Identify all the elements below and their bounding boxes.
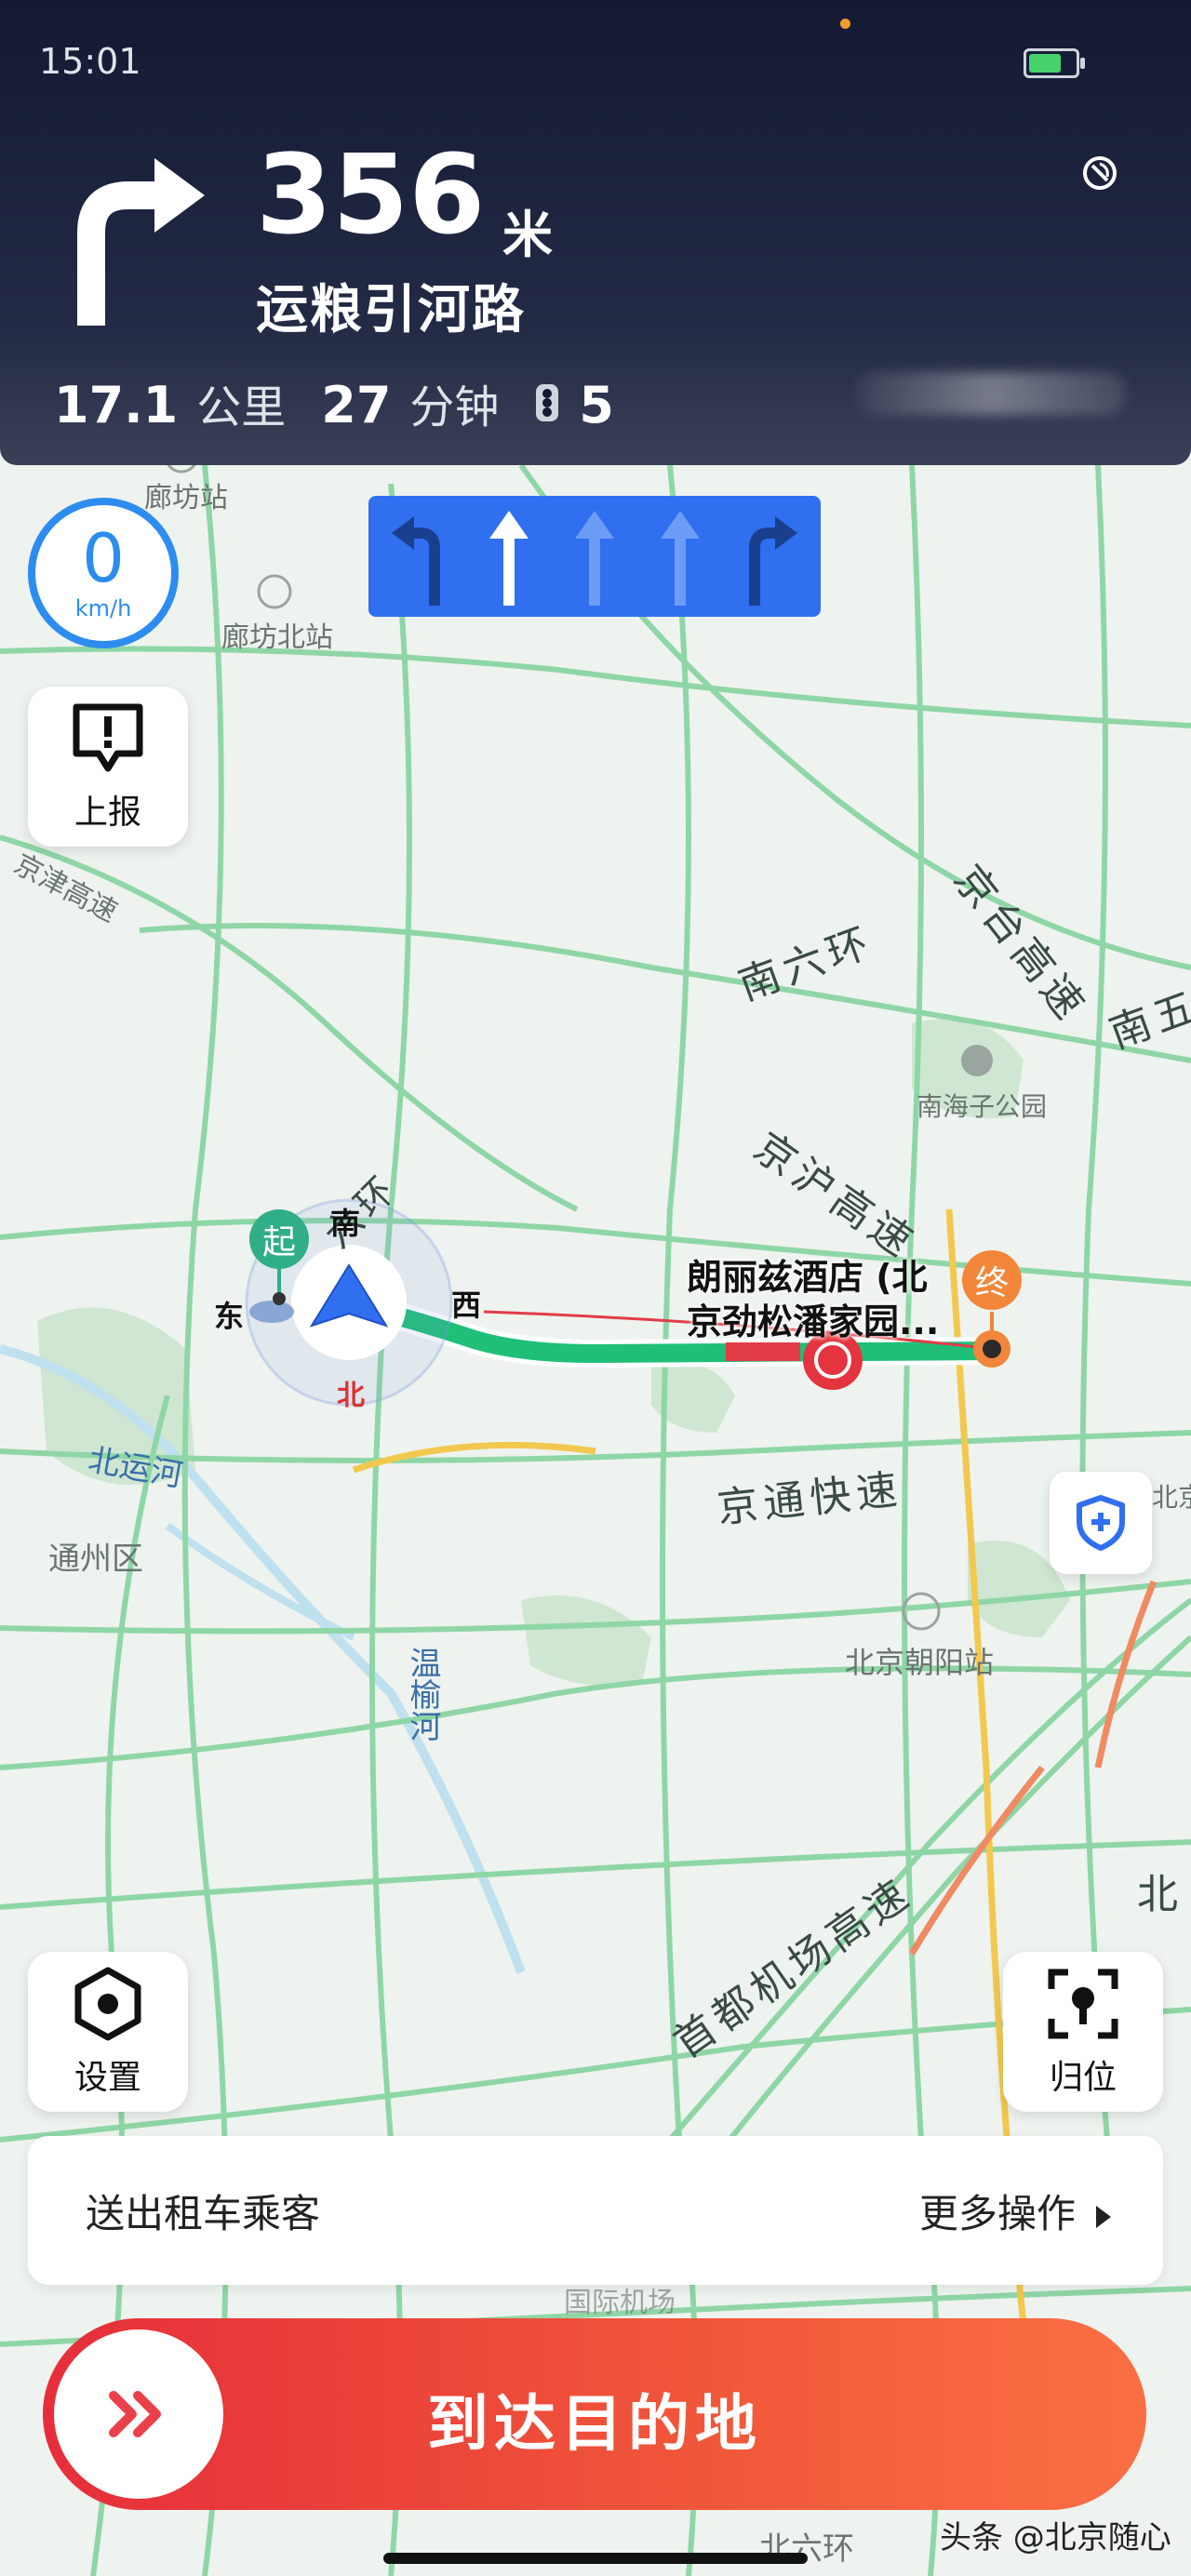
trip-summary: 17.1 公里 27 分钟 5 — [54, 370, 614, 435]
speedometer: 0 km/h — [28, 498, 179, 648]
right-turn-lane-icon — [748, 516, 797, 606]
map-label-beijing-right: 北京 — [1152, 1482, 1191, 1513]
map-label-bei: 北 — [1137, 1871, 1184, 1918]
start-pin[interactable]: 起 — [249, 1209, 309, 1269]
safety-shield-button[interactable] — [1050, 1472, 1152, 1574]
remaining-distance-value: 17.1 — [54, 376, 179, 434]
traffic-light-count: 5 — [579, 376, 614, 434]
report-button[interactable]: 上报 — [28, 687, 188, 847]
destination-line-1: 朗丽兹酒店 (北 — [687, 1257, 928, 1298]
remaining-time-unit: 分钟 — [409, 381, 500, 434]
map-label-international-airport: 国际机场 — [564, 2287, 676, 2319]
report-label: 上报 — [74, 794, 141, 832]
arrive-destination-label: 到达目的地 — [427, 2388, 762, 2460]
remaining-distance-unit: 公里 — [196, 381, 287, 434]
battery-icon — [1024, 48, 1085, 78]
more-actions-label: 更多操作 — [918, 2191, 1076, 2236]
chevron-right-icon — [1096, 2205, 1111, 2228]
destination-label[interactable]: 朗丽兹酒店 (北 京劲松潘家园... — [687, 1256, 939, 1344]
report-icon — [73, 703, 143, 772]
privacy-indicator — [840, 19, 850, 29]
compass-south: 南 — [330, 1206, 361, 1241]
settings-label: 设置 — [74, 2059, 141, 2097]
trip-action-bar: 送出租车乘客 更多操作 — [28, 2136, 1163, 2285]
turn-distance-unit: 米 — [502, 206, 553, 264]
compass-north: 北 — [337, 1380, 365, 1412]
status-time: 15:01 — [39, 41, 141, 82]
lane-guidance — [368, 496, 821, 617]
compass-east: 东 — [214, 1299, 245, 1334]
settings-icon — [74, 1967, 141, 2041]
settings-button[interactable]: 设置 — [28, 1952, 188, 2112]
left-turn-lane-icon — [392, 516, 441, 606]
blurred-header-text — [856, 372, 1126, 415]
turn-distance: 356 — [256, 130, 486, 259]
navigation-header: 15:01 356 米 运粮引河路 17.1 公里 27 分钟 5 — [0, 0, 1191, 465]
drop-off-passenger-label: 送出租车乘客 — [86, 2191, 321, 2236]
next-road-name: 运粮引河路 — [256, 280, 526, 340]
straight-lane-icon — [488, 511, 529, 606]
destination-line-2: 京劲松潘家园... — [687, 1301, 940, 1342]
straight-lane-icon — [661, 511, 701, 606]
recenter-icon — [1048, 1969, 1118, 2039]
right-turn-icon — [77, 158, 205, 326]
recenter-label: 归位 — [1049, 2059, 1117, 2097]
compass-west: 西 — [451, 1288, 482, 1323]
mute-icon[interactable] — [1081, 154, 1118, 192]
map-label-tongzhou: 通州区 — [48, 1541, 143, 1578]
traffic-light-icon — [536, 384, 559, 421]
watermark: 头条 @北京随心 — [940, 2519, 1171, 2556]
map-label-beijing-chaoyang: 北京朝阳站 — [845, 1645, 995, 1680]
speed-unit: km/h — [74, 595, 132, 621]
map-label-langfang: 廊坊站 — [144, 482, 228, 514]
map-label-langfang-north: 廊坊北站 — [221, 621, 333, 654]
arrive-destination-button[interactable]: 到达目的地 — [43, 2318, 1146, 2510]
end-pin[interactable]: 终 — [962, 1250, 1022, 1310]
speed-value: 0 — [82, 519, 125, 597]
more-actions-button[interactable]: 更多操作 — [919, 2182, 1111, 2239]
map-label-wenyu: 温榆河 — [404, 1647, 441, 1742]
recenter-button[interactable]: 归位 — [1003, 1952, 1163, 2112]
straight-lane-icon — [574, 511, 614, 606]
map-label-nanhaizi: 南海子公园 — [917, 1091, 1048, 1122]
home-indicator[interactable] — [383, 2553, 808, 2564]
remaining-time-value: 27 — [321, 376, 392, 434]
shield-icon — [1077, 1495, 1125, 1551]
